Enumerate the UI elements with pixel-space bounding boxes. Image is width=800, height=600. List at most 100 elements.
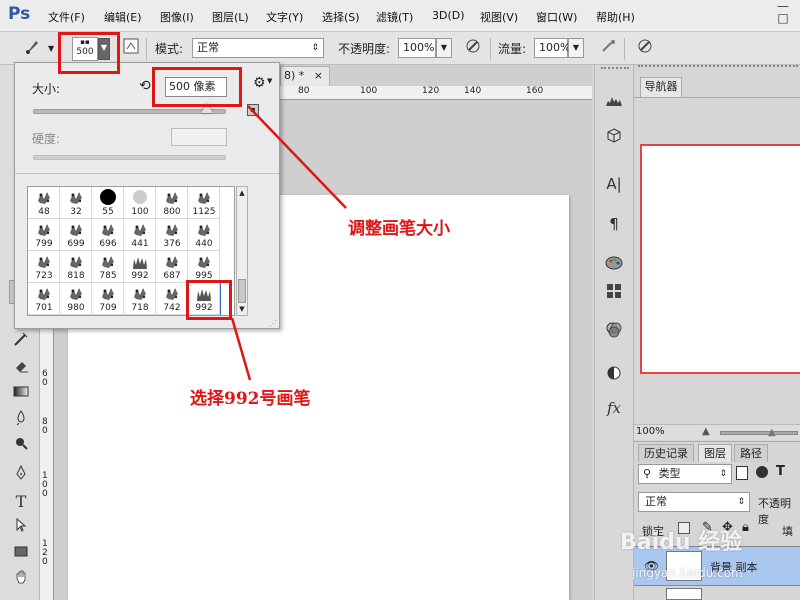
tab-layers[interactable]: 图层	[698, 444, 732, 462]
path-select-tool-icon[interactable]	[10, 517, 32, 539]
navigator-tab[interactable]: 导航器	[640, 77, 682, 97]
brush-preset-cell[interactable]: 440	[188, 219, 220, 251]
tab-history[interactable]: 历史记录	[638, 444, 694, 462]
brush-preset-cell[interactable]: 785	[92, 251, 124, 283]
scroll-down-icon[interactable]: ▼	[237, 305, 247, 313]
menu-window[interactable]: 窗口(W)	[536, 9, 577, 25]
hardness-slider[interactable]	[33, 155, 226, 160]
brush-tool-icon[interactable]	[22, 37, 44, 59]
mode-select[interactable]: 正常 ⇕	[192, 38, 324, 58]
menu-edit[interactable]: 编辑(E)	[104, 9, 142, 25]
menu-view[interactable]: 视图(V)	[480, 9, 518, 25]
brush-tip-icon	[164, 221, 180, 237]
document-tab[interactable]: 8) * ×	[280, 66, 330, 86]
zoom-slider[interactable]	[720, 431, 798, 435]
opacity-input[interactable]: 100%	[398, 38, 436, 58]
layer-filter-select[interactable]: ⚲ 类型 ⇕	[638, 464, 732, 484]
history-brush-tool-icon[interactable]	[10, 331, 32, 353]
pressure-size-icon[interactable]	[634, 37, 656, 59]
dodge-tool-icon[interactable]	[10, 435, 32, 457]
menu-file[interactable]: 文件(F)	[48, 9, 85, 25]
brush-preset-cell[interactable]: 742	[156, 283, 188, 315]
brush-preset-cell[interactable]: 687	[156, 251, 188, 283]
hardness-input[interactable]	[171, 128, 227, 146]
character-panel-icon[interactable]: A|	[601, 171, 627, 197]
brush-preset-cell[interactable]: 800	[156, 187, 188, 219]
channels-icon[interactable]	[601, 321, 627, 347]
gradient-tool-icon[interactable]	[10, 383, 32, 405]
zoom-slider-handle-icon[interactable]: ▲	[768, 427, 776, 438]
brush-preset-cell[interactable]: 992	[124, 251, 156, 283]
brush-grid-scrollbar[interactable]: ▲ ▼	[236, 186, 248, 316]
restore-button[interactable]: □	[770, 10, 796, 26]
size-slider[interactable]	[33, 109, 226, 114]
tab-paths[interactable]: 路径	[734, 444, 768, 462]
menu-3d[interactable]: 3D(D)	[432, 9, 465, 22]
brush-preset-cell[interactable]: 32	[60, 187, 92, 219]
new-preset-icon[interactable]: ▪	[247, 104, 259, 116]
filter-type-icon[interactable]: T	[776, 464, 785, 479]
paragraph-panel-icon[interactable]: ¶	[601, 211, 627, 237]
gear-icon[interactable]: ⚙	[253, 75, 266, 91]
brush-preset-cell[interactable]: 718	[124, 283, 156, 315]
3d-cube-icon[interactable]	[601, 127, 627, 153]
rectangle-tool-icon[interactable]	[10, 543, 32, 565]
brush-tip-icon	[164, 189, 180, 205]
menu-layer[interactable]: 图层(L)	[212, 9, 249, 25]
grid-swatches-icon[interactable]	[601, 281, 627, 307]
brush-preset-cell[interactable]: 699	[60, 219, 92, 251]
type-tool-icon[interactable]: T	[10, 491, 32, 513]
flow-dropdown-icon[interactable]: ▼	[568, 38, 584, 58]
blend-mode-select[interactable]: 正常 ⇕	[638, 492, 750, 512]
tool-preset-dropdown-icon[interactable]: ▼	[48, 44, 54, 53]
menu-select[interactable]: 选择(S)	[322, 9, 360, 25]
resize-grip-icon[interactable]: ⋰	[269, 319, 277, 328]
brush-preset-cell[interactable]: 1125	[188, 187, 220, 219]
menu-image[interactable]: 图像(I)	[160, 9, 194, 25]
flow-input[interactable]: 100%	[534, 38, 570, 58]
zoom-out-icon[interactable]: ▲	[702, 426, 710, 437]
brush-preset-cell[interactable]: 799	[28, 219, 60, 251]
adjustments-icon[interactable]	[601, 363, 627, 389]
menu-help[interactable]: 帮助(H)	[596, 9, 635, 25]
tab-close-icon[interactable]: ×	[314, 69, 323, 82]
brush-preset-cell[interactable]: 100	[124, 187, 156, 219]
eraser-tool-icon[interactable]	[10, 357, 32, 379]
histogram-icon[interactable]	[601, 89, 627, 115]
brush-preset-cell[interactable]: 980	[60, 283, 92, 315]
zoom-value[interactable]: 100%	[636, 426, 665, 437]
brush-preset-cell[interactable]: 818	[60, 251, 92, 283]
layer-opacity-label: 不透明度	[758, 497, 791, 526]
brush-preset-cell[interactable]: 709	[92, 283, 124, 315]
menu-type[interactable]: 文字(Y)	[266, 9, 303, 25]
styles-fx-icon[interactable]: fx	[601, 395, 627, 421]
brush-size-label: 818	[67, 271, 85, 281]
reset-size-icon[interactable]: ⟲	[139, 78, 151, 94]
pen-tool-icon[interactable]	[10, 464, 32, 487]
brush-preset-cell[interactable]: 701	[28, 283, 60, 315]
brush-preset-cell[interactable]: 376	[156, 219, 188, 251]
airbrush-icon[interactable]	[598, 37, 620, 59]
lock-all-icon[interactable]: 🔒︎	[742, 520, 749, 535]
annotation-box-brush-992	[186, 280, 232, 320]
filter-adjustment-icon[interactable]	[756, 466, 768, 478]
opacity-dropdown-icon[interactable]: ▼	[436, 38, 452, 58]
brush-panel-toggle-icon[interactable]	[120, 37, 142, 59]
brush-preset-cell[interactable]: 48	[28, 187, 60, 219]
navigator-preview[interactable]	[640, 144, 800, 374]
brush-preset-cell[interactable]: 696	[92, 219, 124, 251]
brush-preset-cell[interactable]: 995	[188, 251, 220, 283]
brush-tip-icon	[68, 221, 84, 237]
blur-tool-icon[interactable]	[10, 409, 32, 431]
swatches-palette-icon[interactable]	[601, 253, 627, 279]
menu-filter[interactable]: 滤镜(T)	[376, 9, 413, 25]
brush-preset-cell[interactable]: 55	[92, 187, 124, 219]
brush-preset-cell[interactable]: 723	[28, 251, 60, 283]
chevron-down-icon[interactable]: ▼	[267, 77, 272, 85]
scroll-up-icon[interactable]: ▲	[237, 189, 247, 197]
scroll-thumb[interactable]	[238, 279, 246, 303]
brush-preset-cell[interactable]: 441	[124, 219, 156, 251]
pressure-opacity-icon[interactable]	[462, 37, 484, 59]
filter-pixel-icon[interactable]	[736, 466, 748, 480]
hand-tool-icon[interactable]	[10, 569, 32, 591]
